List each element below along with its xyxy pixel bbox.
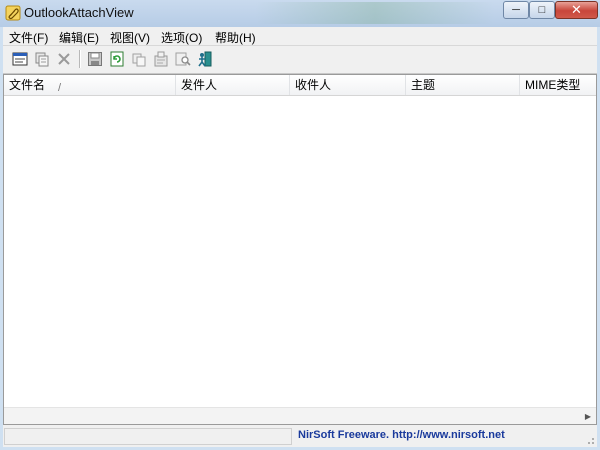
column-header-subject[interactable]: 主题 bbox=[406, 75, 520, 95]
column-header-mime-type[interactable]: MIME类型 bbox=[520, 75, 596, 95]
refresh-icon bbox=[110, 51, 124, 67]
html-report-button[interactable] bbox=[11, 50, 29, 68]
window-title: OutlookAttachView bbox=[24, 5, 134, 20]
titlebar-backdrop bbox=[255, 2, 495, 24]
resize-grip-icon[interactable] bbox=[585, 435, 595, 445]
paperclip-icon bbox=[5, 5, 21, 21]
attachments-list[interactable]: 文件名 / 发件人 收件人 主题 MIME类型 ▶ bbox=[3, 74, 597, 425]
close-button[interactable]: ✕ bbox=[555, 1, 598, 19]
menu-help[interactable]: 帮助(H) bbox=[215, 29, 256, 46]
maximize-icon: □ bbox=[538, 4, 546, 16]
exit-button[interactable] bbox=[196, 50, 214, 68]
minimize-button[interactable]: ─ bbox=[503, 1, 529, 19]
exit-icon bbox=[198, 51, 212, 67]
list-header: 文件名 / 发件人 收件人 主题 MIME类型 bbox=[4, 75, 596, 96]
status-pane bbox=[4, 428, 292, 445]
save-button[interactable] bbox=[86, 50, 104, 68]
column-label: 文件名 bbox=[9, 78, 46, 92]
toolbar-separator bbox=[79, 50, 81, 68]
find-button[interactable] bbox=[174, 50, 192, 68]
minimize-icon: ─ bbox=[512, 4, 520, 16]
properties-button[interactable] bbox=[152, 50, 170, 68]
menu-edit[interactable]: 编辑(E) bbox=[59, 29, 99, 46]
properties-icon bbox=[154, 51, 168, 67]
column-label: MIME类型 bbox=[525, 78, 581, 92]
save-icon bbox=[88, 52, 102, 66]
menu-view[interactable]: 视图(V) bbox=[110, 29, 150, 46]
menu-file[interactable]: 文件(F) bbox=[9, 29, 48, 46]
client-area: 文件(F) 编辑(E) 视图(V) 选项(O) 帮助(H) 文件名 / 发件人 … bbox=[3, 27, 597, 447]
status-bar: NirSoft Freeware. http://www.nirsoft.net bbox=[3, 426, 597, 447]
toolbar bbox=[3, 46, 597, 74]
close-icon: ✕ bbox=[571, 2, 582, 17]
copy-selected-button[interactable] bbox=[33, 50, 51, 68]
horizontal-scrollbar[interactable]: ▶ bbox=[4, 407, 596, 424]
menu-bar: 文件(F) 编辑(E) 视图(V) 选项(O) 帮助(H) bbox=[3, 27, 597, 45]
title-bar[interactable]: OutlookAttachView ─ □ ✕ bbox=[0, 0, 600, 27]
app-window: OutlookAttachView ─ □ ✕ 文件(F) 编辑(E) 视图(V… bbox=[0, 0, 600, 450]
maximize-button[interactable]: □ bbox=[529, 1, 555, 19]
column-label: 主题 bbox=[411, 78, 436, 92]
html-report-icon bbox=[12, 52, 28, 66]
copy-icon bbox=[132, 53, 146, 67]
delete-icon bbox=[58, 53, 70, 65]
refresh-button[interactable] bbox=[108, 50, 126, 68]
find-icon bbox=[175, 52, 191, 66]
copy-button[interactable] bbox=[130, 50, 148, 68]
column-label: 收件人 bbox=[295, 78, 332, 92]
sort-indicator-icon: / bbox=[58, 82, 62, 94]
nirsoft-link[interactable]: NirSoft Freeware. http://www.nirsoft.net bbox=[298, 429, 505, 441]
menu-options[interactable]: 选项(O) bbox=[161, 29, 202, 46]
column-header-sender[interactable]: 发件人 bbox=[176, 75, 290, 95]
column-header-recipient[interactable]: 收件人 bbox=[290, 75, 406, 95]
column-label: 发件人 bbox=[181, 78, 218, 92]
column-header-filename[interactable]: 文件名 / bbox=[4, 75, 176, 95]
copy-selected-icon bbox=[35, 52, 49, 67]
scroll-right-icon[interactable]: ▶ bbox=[582, 411, 594, 421]
delete-button[interactable] bbox=[55, 50, 73, 68]
